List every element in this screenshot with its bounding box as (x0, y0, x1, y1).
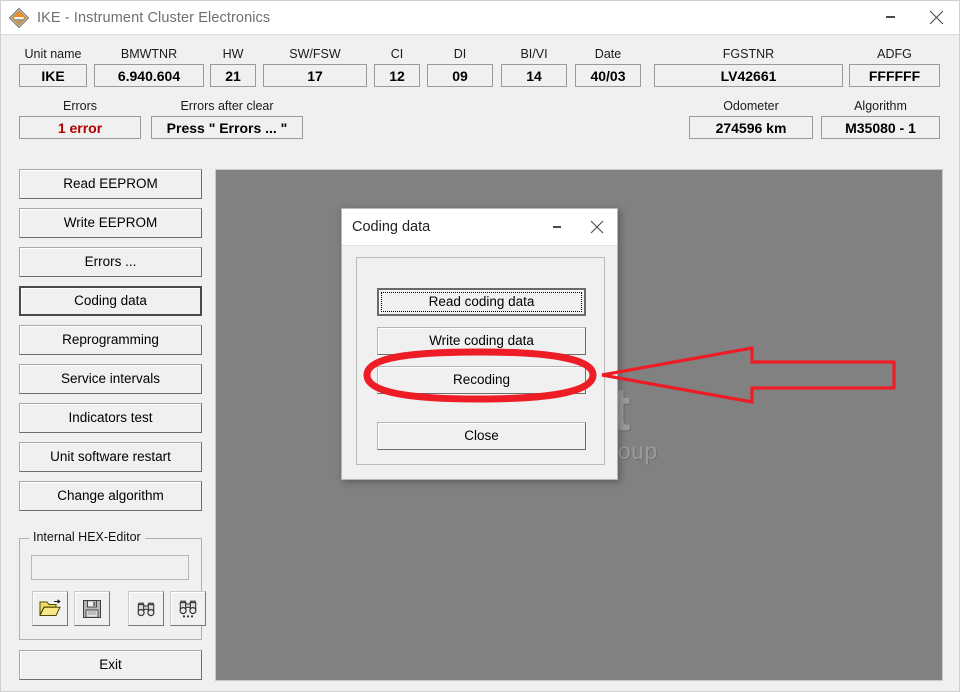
sidebar-item-unit-software-restart[interactable]: Unit software restart (19, 442, 202, 472)
find-binoculars-icon (137, 602, 155, 616)
sidebar-button-column: Read EEPROM Write EEPROM Errors ... Codi… (19, 169, 202, 520)
close-dialog-button[interactable]: Close (377, 422, 586, 450)
sidebar-item-write-eeprom[interactable]: Write EEPROM (19, 208, 202, 238)
dialog-window-controls (537, 209, 617, 245)
minimize-icon (885, 16, 895, 18)
save-button[interactable] (74, 591, 110, 626)
sidebar-item-service-intervals[interactable]: Service intervals (19, 364, 202, 394)
recoding-button[interactable]: Recoding (377, 366, 586, 394)
field-algorithm: Algorithm M35080 - 1 (821, 99, 940, 139)
dialog-close-icon (590, 220, 604, 234)
field-value[interactable]: 09 (427, 64, 493, 87)
field-value[interactable]: 6.940.604 (94, 64, 204, 87)
dialog-button-group: Read coding data Write coding data Recod… (356, 257, 605, 465)
save-floppy-icon (83, 599, 101, 618)
focus-rectangle (381, 292, 582, 312)
field-ci: CI 12 (374, 47, 420, 87)
find-next-binoculars-icon (179, 600, 197, 617)
field-label: SW/FSW (289, 47, 341, 61)
sidebar-item-reprogramming[interactable]: Reprogramming (19, 325, 202, 355)
sidebar-item-coding-data[interactable]: Coding data (19, 286, 202, 316)
field-value[interactable]: 40/03 (575, 64, 641, 87)
write-coding-data-button[interactable]: Write coding data (377, 327, 586, 355)
field-bi-vi: BI/VI 14 (501, 47, 567, 87)
bmw-diamond-icon (8, 7, 30, 29)
field-value[interactable]: FFFFFF (849, 64, 940, 87)
field-label: BI/VI (520, 47, 548, 61)
sidebar-item-indicators-test[interactable]: Indicators test (19, 403, 202, 433)
field-date: Date 40/03 (575, 47, 641, 87)
field-hw: HW 21 (210, 47, 256, 87)
read-coding-data-button[interactable]: Read coding data (377, 288, 586, 316)
field-label: Errors (62, 99, 98, 113)
open-folder-icon (39, 599, 61, 616)
dialog-title-bar: Coding data (342, 209, 617, 246)
find-button[interactable] (128, 591, 164, 626)
dialog-close-button[interactable] (577, 209, 617, 245)
field-value[interactable]: 17 (263, 64, 367, 87)
internal-hex-editor-group: Internal HEX-Editor (19, 530, 206, 640)
application-window: IKE - Instrument Cluster Electronics Uni… (0, 0, 960, 692)
field-label: Odometer (723, 99, 779, 113)
field-di: DI 09 (427, 47, 493, 87)
hex-editor-toolbar (26, 591, 206, 626)
field-adfg: ADFG FFFFFF (849, 47, 940, 87)
dialog-minimize-icon (553, 226, 561, 228)
field-unit-name: Unit name IKE (19, 47, 87, 87)
sidebar-item-errors[interactable]: Errors ... (19, 247, 202, 277)
hex-editor-input[interactable] (31, 555, 189, 580)
field-value[interactable]: 1 error (19, 116, 141, 139)
field-value[interactable]: Press " Errors ... " (151, 116, 303, 139)
field-fgstnr: FGSTNR LV42661 (654, 47, 843, 87)
field-sw-fsw: SW/FSW 17 (263, 47, 367, 87)
field-errors: Errors 1 error (19, 99, 141, 139)
field-label: Unit name (24, 47, 82, 61)
field-label: BMWTNR (120, 47, 178, 61)
open-folder-button[interactable] (32, 591, 68, 626)
dialog-title: Coding data (352, 219, 431, 235)
close-button[interactable] (913, 1, 959, 34)
field-errors-after-clear: Errors after clear Press " Errors ... " (151, 99, 303, 139)
field-label: HW (222, 47, 244, 61)
field-label: Errors after clear (180, 99, 274, 113)
exit-button[interactable]: Exit (19, 650, 202, 680)
coding-data-dialog: Coding data Read coding data Write codin… (341, 208, 618, 480)
unit-info-header: Unit name IKE BMWTNR 6.940.604 HW 21 SW/… (2, 35, 958, 149)
window-controls (867, 1, 959, 34)
field-bmwtnr: BMWTNR 6.940.604 (94, 47, 204, 87)
dialog-minimize-button[interactable] (537, 209, 577, 245)
close-icon (929, 10, 943, 25)
field-value[interactable]: M35080 - 1 (821, 116, 940, 139)
sidebar-item-read-eeprom[interactable]: Read EEPROM (19, 169, 202, 199)
field-label: DI (453, 47, 467, 61)
hex-editor-group-title: Internal HEX-Editor (29, 530, 145, 544)
field-value[interactable]: 14 (501, 64, 567, 87)
field-label: Algorithm (854, 99, 907, 113)
title-bar: IKE - Instrument Cluster Electronics (1, 1, 959, 35)
field-odometer: Odometer 274596 km (689, 99, 813, 139)
field-label: CI (390, 47, 404, 61)
field-label: ADFG (877, 47, 912, 61)
field-value[interactable]: 274596 km (689, 116, 813, 139)
field-value[interactable]: IKE (19, 64, 87, 87)
field-label: Date (594, 47, 622, 61)
sidebar-item-change-algorithm[interactable]: Change algorithm (19, 481, 202, 511)
field-value[interactable]: 21 (210, 64, 256, 87)
field-value[interactable]: LV42661 (654, 64, 843, 87)
field-value[interactable]: 12 (374, 64, 420, 87)
minimize-button[interactable] (867, 1, 913, 34)
window-title: IKE - Instrument Cluster Electronics (37, 9, 271, 26)
field-label: FGSTNR (722, 47, 775, 61)
find-next-button[interactable] (170, 591, 206, 626)
